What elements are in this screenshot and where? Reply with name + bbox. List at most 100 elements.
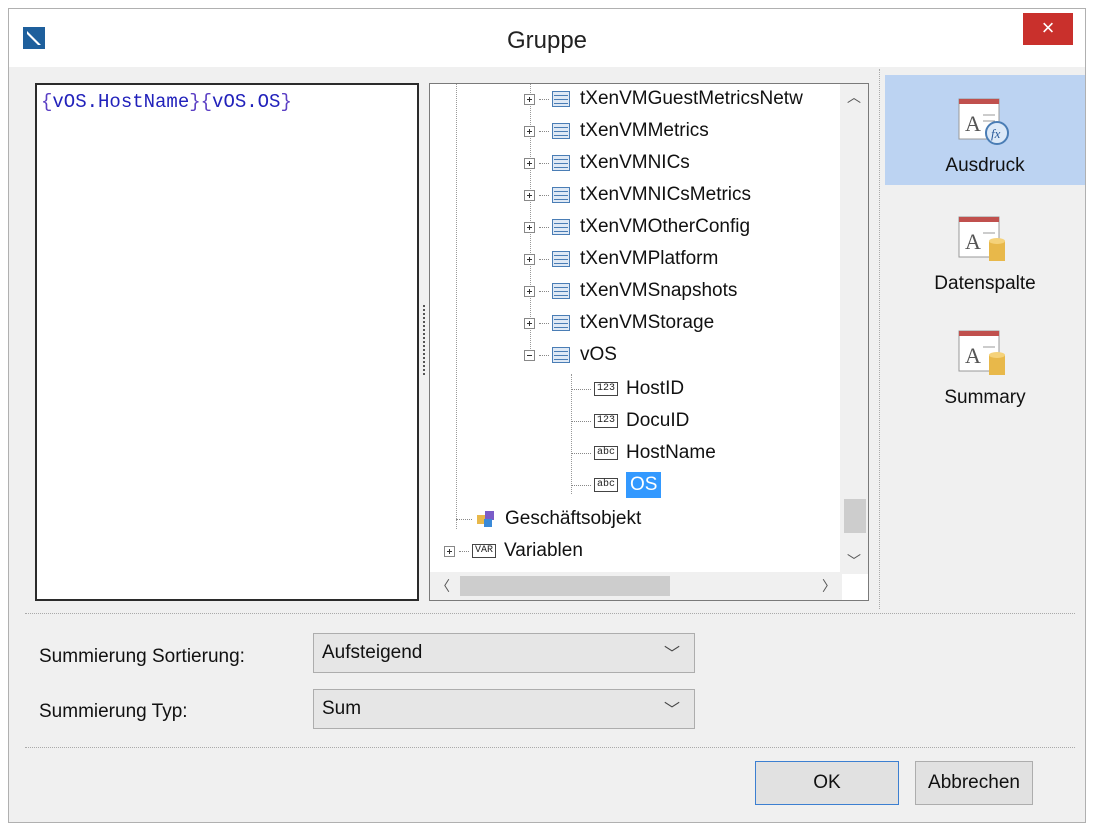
expand-icon[interactable] — [444, 545, 455, 557]
variable-type-icon: VAR — [472, 544, 497, 558]
type-selector: A fx Ausdruck A Datenspalte A Summary — [885, 75, 1093, 605]
sort-select[interactable]: Aufsteigend ﹀ — [313, 633, 695, 673]
tree-node-label: tXenVMNICsMetrics — [580, 184, 752, 205]
text-type-icon: abc — [594, 478, 619, 492]
tree-node-table[interactable]: tXenVMSnapshots — [524, 276, 737, 306]
table-icon — [552, 251, 570, 267]
data-column-icon: A — [958, 216, 1005, 261]
expression-editor[interactable]: {vOS.HostName}{vOS.OS} — [35, 83, 419, 601]
scroll-thumb[interactable] — [844, 499, 866, 533]
expand-icon[interactable] — [524, 221, 535, 233]
tree-connector — [571, 452, 591, 454]
svg-text:A: A — [965, 343, 981, 368]
expression-token: vOS.OS — [212, 91, 281, 113]
scroll-thumb[interactable] — [460, 576, 670, 596]
type-select-value: Sum — [322, 698, 362, 719]
expand-icon[interactable] — [524, 157, 535, 169]
tree-node-vos[interactable]: vOS — [524, 340, 617, 370]
scroll-up-icon[interactable]: ︿ — [840, 84, 868, 110]
tree-node-table[interactable]: tXenVMNICs — [524, 148, 690, 178]
tree-node-table[interactable]: tXenVMMetrics — [524, 116, 709, 146]
tree-connector — [539, 322, 549, 324]
side-item-expression[interactable]: A fx Ausdruck — [885, 75, 1085, 185]
expand-icon[interactable] — [524, 253, 535, 265]
numeric-type-icon: 123 — [594, 414, 619, 428]
numeric-type-icon: 123 — [594, 382, 619, 396]
scroll-left-icon[interactable]: 〈 — [430, 572, 456, 600]
table-icon — [552, 347, 570, 363]
tree-node-label: tXenVMGuestMetricsNetw — [580, 88, 803, 109]
tree-node-field-selected[interactable]: abc OS — [571, 470, 662, 500]
table-icon — [552, 91, 570, 107]
expand-icon[interactable] — [524, 317, 535, 329]
side-item-data-column[interactable]: A Datenspalte — [885, 193, 1085, 303]
tree-node-field[interactable]: 123 DocuID — [571, 406, 689, 436]
type-select[interactable]: Sum ﹀ — [313, 689, 695, 729]
tree-connector — [456, 518, 472, 520]
tree-node-table[interactable]: tXenVMGuestMetricsNetw — [524, 84, 803, 114]
tree-node-table[interactable]: tXenVMStorage — [524, 308, 714, 338]
table-icon — [552, 315, 570, 331]
chevron-down-icon: ﹀ — [663, 702, 680, 719]
tree-connector — [459, 550, 469, 552]
tree-node-variables[interactable]: VAR Variablen — [444, 536, 583, 566]
expression-token: vOS.HostName — [52, 91, 190, 113]
expand-icon[interactable] — [524, 93, 535, 105]
svg-text:fx: fx — [991, 126, 1001, 141]
sort-select-value: Aufsteigend — [322, 642, 423, 663]
tree-node-label: tXenVMOtherConfig — [580, 216, 751, 237]
tree-connector — [571, 484, 591, 486]
tree-connector — [539, 258, 549, 260]
tree-node-table[interactable]: tXenVMOtherConfig — [524, 212, 750, 242]
tree-node-label: vOS — [580, 344, 617, 365]
tree-node-label: HostID — [626, 378, 685, 399]
tree-connector — [539, 98, 549, 100]
horizontal-scrollbar[interactable]: 〈 〉 — [430, 572, 842, 600]
table-icon — [552, 123, 570, 139]
expand-icon[interactable] — [524, 189, 535, 201]
expression-token: { — [200, 91, 213, 113]
tree-connector — [539, 226, 549, 228]
tree-node-label: tXenVMPlatform — [580, 248, 719, 269]
tree-node-table[interactable]: tXenVMPlatform — [524, 244, 718, 274]
side-item-summary[interactable]: A Summary — [885, 307, 1085, 417]
expression-token: } — [189, 91, 201, 113]
expression-token: } — [280, 91, 292, 113]
window-title: Gruppe — [506, 27, 588, 54]
collapse-icon[interactable] — [524, 349, 535, 361]
expand-icon[interactable] — [524, 285, 535, 297]
scroll-right-icon[interactable]: 〉 — [816, 572, 842, 600]
tree-node-table[interactable]: tXenVMNICsMetrics — [524, 180, 751, 210]
tree-node-label: tXenVMMetrics — [580, 120, 709, 141]
tree-node-label: tXenVMSnapshots — [580, 280, 738, 301]
tree-node-label: HostName — [626, 442, 716, 463]
expand-icon[interactable] — [524, 125, 535, 137]
tree-node-label: DocuID — [626, 410, 690, 431]
expression-icon: A fx — [958, 98, 1009, 145]
chevron-down-icon: ﹀ — [663, 646, 680, 663]
tree-node-field[interactable]: 123 HostID — [571, 374, 684, 404]
dialog-window: Gruppe × {vOS.HostName}{vOS.OS} tXenVMGu… — [8, 8, 1086, 823]
cancel-button[interactable]: Abbrechen — [915, 761, 1033, 805]
summary-icon: A — [958, 330, 1005, 375]
tree-node-business-object[interactable]: Geschäftsobjekt — [456, 504, 641, 534]
tree-node-field[interactable]: abc HostName — [571, 438, 716, 468]
table-icon — [552, 283, 570, 299]
tree-node-label: Geschäftsobjekt — [505, 508, 642, 529]
field-tree[interactable]: tXenVMGuestMetricsNetw tXenVMMetrics tXe… — [429, 83, 869, 601]
svg-text:A: A — [965, 111, 981, 136]
svg-text:A: A — [965, 229, 981, 254]
scroll-down-icon[interactable]: ﹀ — [840, 548, 868, 574]
vertical-scrollbar[interactable]: ︿ ﹀ — [840, 84, 868, 574]
tree-connector — [539, 290, 549, 292]
divider — [879, 69, 880, 609]
ok-button[interactable]: OK — [755, 761, 899, 805]
divider — [25, 613, 1075, 614]
tree-node-label: Variablen — [504, 540, 583, 561]
tree-connector — [539, 130, 549, 132]
close-button[interactable]: × — [1023, 13, 1073, 45]
divider — [25, 747, 1075, 748]
tree-node-label: OS — [626, 472, 662, 498]
text-type-icon: abc — [594, 446, 619, 460]
tree-node-label: tXenVMNICs — [580, 152, 690, 173]
